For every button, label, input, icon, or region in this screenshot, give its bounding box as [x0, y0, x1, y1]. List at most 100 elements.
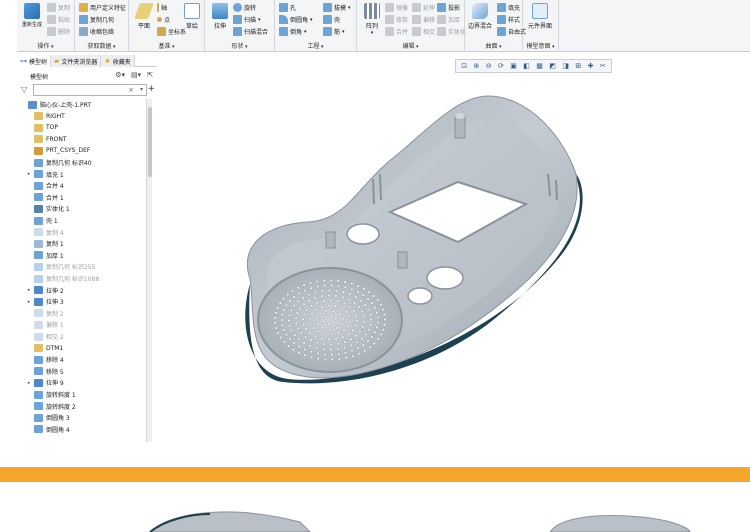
draft-button[interactable]: 拔模 ▾	[323, 3, 351, 12]
tree-item[interactable]: PRT_CSYS_DEF	[25, 145, 90, 156]
project-button[interactable]: 投影	[437, 3, 460, 12]
clear-icon[interactable]: ×	[128, 86, 134, 94]
boundary-blend-button[interactable]: 边界混合	[465, 3, 495, 30]
paste-button[interactable]: 粘贴	[47, 15, 70, 24]
tree-item[interactable]: 合并 1	[25, 192, 64, 203]
tree-item[interactable]: 相交 2	[25, 331, 64, 342]
tree-search-input[interactable]: × ▾	[33, 84, 147, 96]
solidify-button[interactable]: 实体化	[437, 27, 466, 36]
point-button[interactable]: 点	[157, 15, 170, 24]
tab-favorites[interactable]: ★ 收藏夹	[101, 55, 135, 67]
group-label-datum[interactable]: 基准	[129, 41, 204, 50]
chevron-down-icon[interactable]: ▾	[140, 86, 143, 93]
group-label-operations[interactable]: 操作	[17, 41, 74, 50]
tree-item[interactable]: 合并 4	[25, 180, 64, 191]
group-label-get-data[interactable]: 获取数据	[75, 41, 128, 50]
zoom-out-icon[interactable]: ⊖	[486, 62, 492, 70]
tree-item[interactable]: 脑心仪-上壳-1.PRT	[19, 99, 91, 110]
group-label-shapes[interactable]: 形状	[205, 41, 274, 50]
tree-item[interactable]: 倒圆角 4	[25, 424, 70, 435]
regenerate-button[interactable]: 重新生成	[19, 3, 45, 28]
annotation-icon[interactable]: ⊞	[575, 62, 581, 70]
axis-button[interactable]: 轴	[157, 3, 167, 12]
thicken-button[interactable]: 加厚	[437, 15, 460, 24]
tree-item[interactable]: 加厚 1	[25, 250, 64, 261]
tree-item[interactable]: TOP	[25, 122, 58, 133]
intersect-button[interactable]: 相交	[412, 27, 435, 36]
tree-item[interactable]: 壳 1	[25, 215, 58, 226]
tab-model-tree[interactable]: ⊶ 模型树	[17, 55, 52, 67]
shell-button[interactable]: 壳	[323, 15, 340, 24]
offset-button[interactable]: 偏移	[412, 15, 435, 24]
tree-item[interactable]: 移除 5	[25, 366, 64, 377]
tree-item[interactable]: 偏移 1	[25, 319, 64, 330]
tree-item[interactable]: 实体化 1	[25, 203, 70, 214]
group-label-engineering[interactable]: 工程	[275, 41, 356, 50]
component-interface-button[interactable]: 元件界面	[527, 3, 553, 30]
tree-item[interactable]: ▸ 拉伸 9	[25, 377, 64, 388]
tree-scrollbar[interactable]	[146, 99, 152, 442]
trim-button[interactable]: 修剪	[385, 15, 408, 24]
style-button[interactable]: 样式	[497, 15, 520, 24]
zoom-in-icon[interactable]: ⊕	[473, 62, 479, 70]
shrinkwrap-button[interactable]: 收缩包络	[79, 27, 114, 36]
rib-button[interactable]: 筋 ▾	[323, 27, 345, 36]
group-label-editing[interactable]: 编辑	[357, 41, 464, 50]
repaint-icon[interactable]: ⟳	[498, 62, 504, 70]
swept-blend-button[interactable]: 扫描混合	[233, 27, 268, 36]
group-label-surfaces[interactable]: 曲面	[465, 41, 522, 50]
saved-views-icon[interactable]: ▦	[536, 62, 543, 70]
perspective-icon[interactable]: ◩	[549, 62, 556, 70]
section-icon[interactable]: ✂	[600, 62, 606, 70]
tree-item[interactable]: RIGHT	[25, 111, 65, 122]
merge-button[interactable]: 合并	[385, 27, 408, 36]
freeform-button[interactable]: 自由式	[497, 27, 526, 36]
tree-item[interactable]: 倒圆角 3	[25, 412, 70, 423]
plane-button[interactable]: 平面	[131, 3, 157, 30]
sketch-button[interactable]: 草绘	[179, 3, 205, 30]
expand-icon[interactable]: ▸	[25, 171, 33, 177]
tree-item[interactable]: 复制几何 标识1088	[25, 273, 99, 284]
tree-item[interactable]: 旋转斜度 2	[25, 401, 76, 412]
fill-button[interactable]: 填充	[497, 3, 520, 12]
datum-display-icon[interactable]: ◨	[562, 62, 569, 70]
group-label-model-intent[interactable]: 模型意图	[523, 41, 558, 50]
tree-item[interactable]: 移除 4	[25, 354, 64, 365]
tree-item[interactable]: FRONT	[25, 134, 67, 145]
tree-item[interactable]: 复制 2	[25, 308, 64, 319]
display-style-icon[interactable]: ◧	[523, 62, 530, 70]
round-button[interactable]: 倒圆角 ▾	[279, 15, 313, 24]
tree-item[interactable]: DTM1	[25, 343, 63, 354]
udf-button[interactable]: 用户定义特征	[79, 3, 126, 12]
tree-item[interactable]: 复制几何 标识255	[25, 261, 95, 272]
sweep-button[interactable]: 扫描 ▾	[233, 15, 261, 24]
chamfer-button[interactable]: 倒角 ▾	[279, 27, 307, 36]
tree-item[interactable]: ▸ 拉伸 2	[25, 285, 64, 296]
copy-button[interactable]: 复制	[47, 3, 70, 12]
tree-item[interactable]: ▸ 拉伸 3	[25, 296, 64, 307]
expand-icon[interactable]: ▸	[25, 299, 33, 305]
filter-icon[interactable]: ▽	[21, 85, 27, 94]
tree-item[interactable]: ▸ 填充 1	[25, 169, 64, 180]
expand-icon[interactable]: ▸	[25, 287, 33, 293]
spin-center-icon[interactable]: ✚	[588, 62, 594, 70]
tree-item[interactable]: 复制 1	[25, 238, 64, 249]
tree-pin-icon[interactable]: ⇱	[147, 71, 153, 79]
hole-button[interactable]: 孔	[279, 3, 296, 12]
graphics-viewport[interactable]	[158, 74, 750, 454]
scrollbar-thumb[interactable]	[148, 107, 152, 177]
extrude-button[interactable]: 拉伸	[207, 3, 233, 30]
tree-item[interactable]: 旋转斜度 1	[25, 389, 76, 400]
refit-icon[interactable]: ⊡	[461, 62, 467, 70]
pattern-button[interactable]: 阵列 ▾	[359, 3, 385, 36]
copy-geometry-button[interactable]: 复制几何	[79, 15, 114, 24]
tab-folder-browser[interactable]: ▰ 文件夹浏览器	[51, 55, 102, 67]
tree-item[interactable]: 复制几何 标识40	[25, 157, 92, 168]
tree-show-icon[interactable]: ▤▾	[131, 71, 141, 79]
mirror-button[interactable]: 镜像	[385, 3, 408, 12]
tree-settings-icon[interactable]: ⚙▾	[115, 71, 125, 79]
tree-item[interactable]: 复制 4	[25, 227, 64, 238]
add-icon[interactable]: +	[147, 84, 155, 94]
revolve-button[interactable]: 旋转	[233, 3, 256, 12]
view-manager-icon[interactable]: ▣	[510, 62, 517, 70]
